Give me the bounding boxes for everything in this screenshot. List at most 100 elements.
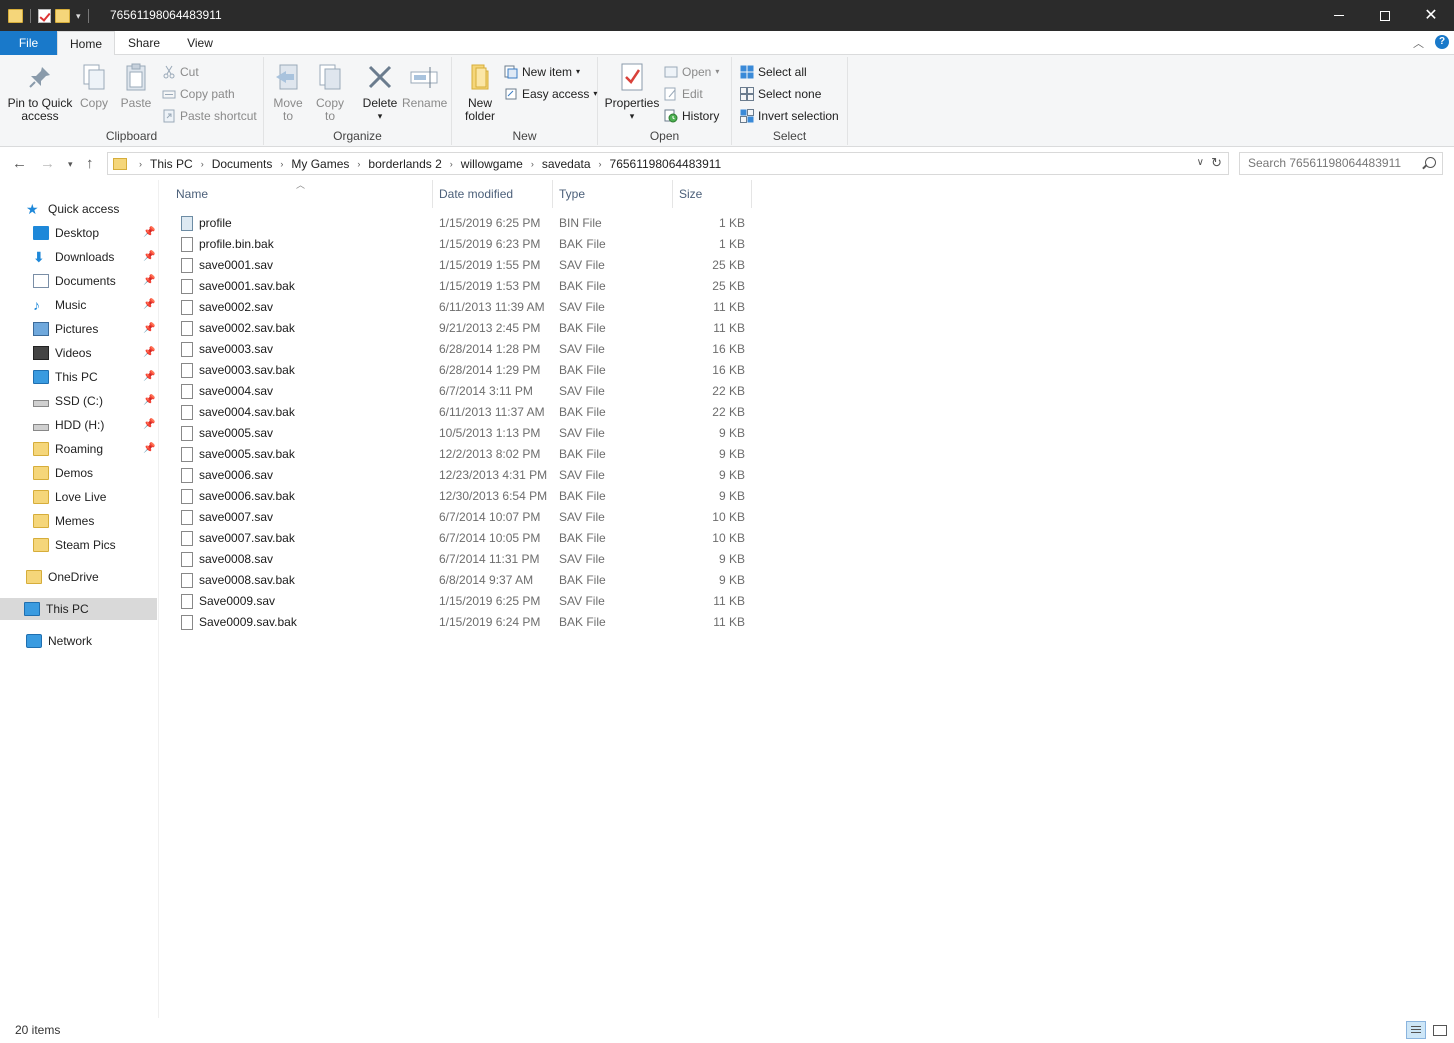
sidebar-item-hdd-h[interactable]: HDD (H:) 📌 xyxy=(33,414,159,436)
table-row[interactable]: save0001.sav 1/15/2019 1:55 PM SAV File 25 … xyxy=(170,255,750,276)
breadcrumb-chevron-icon[interactable]: › xyxy=(353,159,364,169)
sidebar-item-music[interactable]: ♪ Music 📌 xyxy=(33,294,159,316)
breadcrumb-chevron-icon[interactable]: › xyxy=(197,159,208,169)
new-folder-button[interactable]: New folder xyxy=(460,61,500,123)
table-row[interactable]: Save0009.sav.bak 1/15/2019 6:24 PM BAK Fil… xyxy=(170,612,750,633)
breadcrumb-my-games[interactable]: My Games xyxy=(287,157,353,171)
select-none-button[interactable]: Select none xyxy=(740,84,821,104)
new-folder-icon[interactable] xyxy=(55,9,70,23)
recent-locations-chevron-icon[interactable]: ▾ xyxy=(68,159,73,170)
paste-shortcut-button[interactable]: Paste shortcut xyxy=(162,106,257,126)
rename-button[interactable]: Rename xyxy=(402,61,447,110)
sidebar-item-love-live[interactable]: Love Live xyxy=(33,486,106,508)
column-header-name[interactable]: Name xyxy=(170,180,433,208)
pin-icon[interactable]: 📌 xyxy=(143,222,155,244)
breadcrumb-chevron-icon[interactable]: › xyxy=(135,159,146,169)
table-row[interactable]: save0002.sav 6/11/2013 11:39 AM SAV File 11… xyxy=(170,297,750,318)
table-row[interactable]: save0008.sav.bak 6/8/2014 9:37 AM BAK File… xyxy=(170,570,750,591)
breadcrumb-borderlands-2[interactable]: borderlands 2 xyxy=(364,157,445,171)
table-row[interactable]: save0004.sav.bak 6/11/2013 11:37 AM BAK Fi… xyxy=(170,402,750,423)
tab-home[interactable]: Home xyxy=(57,31,115,56)
copy-to-button[interactable]: Copy to xyxy=(312,61,348,123)
customize-toolbar-chevron-icon[interactable]: ▾ xyxy=(76,11,81,22)
properties-dropdown-chevron-icon[interactable]: ▾ xyxy=(604,110,660,123)
paste-button[interactable]: Paste xyxy=(117,61,155,110)
pin-icon[interactable]: 📌 xyxy=(143,294,155,316)
pin-icon[interactable]: 📌 xyxy=(143,318,155,340)
tab-file[interactable]: File xyxy=(0,31,57,55)
breadcrumb-willowgame[interactable]: willowgame xyxy=(457,157,527,171)
close-button[interactable]: ✕ xyxy=(1408,0,1454,31)
search-input[interactable]: Search 76561198064483911 xyxy=(1239,152,1443,175)
copy-path-button[interactable]: Copy path xyxy=(162,84,235,104)
refresh-icon[interactable]: ↻ xyxy=(1211,155,1222,171)
table-row[interactable]: save0008.sav 6/7/2014 11:31 PM SAV File 9 K… xyxy=(170,549,750,570)
table-row[interactable]: save0005.sav 10/5/2013 1:13 PM SAV File 9 K… xyxy=(170,423,750,444)
sidebar-item-videos[interactable]: Videos 📌 xyxy=(33,342,159,364)
breadcrumb-this-pc[interactable]: This PC xyxy=(146,157,197,171)
sidebar-item-steam-pics[interactable]: Steam Pics xyxy=(33,534,116,556)
table-row[interactable]: Save0009.sav 1/15/2019 6:25 PM SAV File 11 … xyxy=(170,591,750,612)
pin-icon[interactable]: 📌 xyxy=(143,342,155,364)
table-row[interactable]: save0007.sav 6/7/2014 10:07 PM SAV File 10 … xyxy=(170,507,750,528)
large-icons-view-icon[interactable] xyxy=(1430,1021,1448,1039)
sidebar-item-this-pc[interactable]: This PC xyxy=(0,598,157,620)
column-header-date[interactable]: Date modified xyxy=(433,180,553,208)
sidebar-item-demos[interactable]: Demos xyxy=(33,462,93,484)
pin-icon[interactable]: 📌 xyxy=(143,414,155,436)
search-icon[interactable] xyxy=(1425,157,1436,168)
help-icon[interactable]: ? xyxy=(1435,35,1449,49)
maximize-button[interactable] xyxy=(1362,0,1408,31)
sidebar-item-memes[interactable]: Memes xyxy=(33,510,94,532)
minimize-button[interactable] xyxy=(1316,0,1362,31)
table-row[interactable]: save0007.sav.bak 6/7/2014 10:05 PM BAK Fil… xyxy=(170,528,750,549)
pin-icon[interactable]: 📌 xyxy=(143,438,155,460)
select-all-button[interactable]: Select all xyxy=(740,62,807,82)
table-row[interactable]: save0003.sav.bak 6/28/2014 1:29 PM BAK Fil… xyxy=(170,360,750,381)
table-row[interactable]: save0003.sav 6/28/2014 1:28 PM SAV File 16 … xyxy=(170,339,750,360)
sidebar-item-pictures[interactable]: Pictures 📌 xyxy=(33,318,159,340)
breadcrumb-current-folder[interactable]: 76561198064483911 xyxy=(606,157,726,171)
open-button[interactable]: Open ▾ xyxy=(664,62,719,82)
minimize-ribbon-chevron-icon[interactable]: ︿ xyxy=(1413,35,1424,51)
breadcrumb-documents[interactable]: Documents xyxy=(208,157,277,171)
back-arrow-icon[interactable]: ← xyxy=(12,155,27,172)
table-row[interactable]: profile.bin.bak 1/15/2019 6:23 PM BAK File… xyxy=(170,234,750,255)
column-header-type[interactable]: Type xyxy=(553,180,673,208)
easy-access-button[interactable]: Easy access ▾ xyxy=(504,84,597,104)
breadcrumb-chevron-icon[interactable]: › xyxy=(446,159,457,169)
table-row[interactable]: save0006.sav 12/23/2013 4:31 PM SAV File 9 … xyxy=(170,465,750,486)
cut-button[interactable]: Cut xyxy=(162,62,199,82)
properties-icon[interactable] xyxy=(38,9,51,23)
up-arrow-icon[interactable]: ↑ xyxy=(86,155,94,172)
history-button[interactable]: History xyxy=(664,106,719,126)
table-row[interactable]: profile 1/15/2019 6:25 PM BIN File 1 KB xyxy=(170,213,750,234)
breadcrumb-chevron-icon[interactable]: › xyxy=(276,159,287,169)
pin-icon[interactable]: 📌 xyxy=(143,366,155,388)
breadcrumb-savedata[interactable]: savedata xyxy=(538,157,595,171)
invert-selection-button[interactable]: Invert selection xyxy=(740,106,839,126)
sidebar-item-ssd-c[interactable]: SSD (C:) 📌 xyxy=(33,390,159,412)
breadcrumb-chevron-icon[interactable]: › xyxy=(527,159,538,169)
sidebar-item-this-pc-pinned[interactable]: This PC 📌 xyxy=(33,366,159,388)
tab-share[interactable]: Share xyxy=(118,31,170,55)
table-row[interactable]: save0002.sav.bak 9/21/2013 2:45 PM BAK Fil… xyxy=(170,318,750,339)
sidebar-item-onedrive[interactable]: OneDrive xyxy=(26,566,99,588)
delete-dropdown-chevron-icon[interactable]: ▾ xyxy=(360,110,400,123)
sidebar-item-downloads[interactable]: ⬇ Downloads 📌 xyxy=(33,246,159,268)
address-history-chevron-icon[interactable]: ∨ xyxy=(1197,157,1204,168)
column-header-size[interactable]: Size xyxy=(673,180,752,208)
table-row[interactable]: save0001.sav.bak 1/15/2019 1:53 PM BAK Fil… xyxy=(170,276,750,297)
address-bar[interactable]: › This PC › Documents › My Games › borde… xyxy=(107,152,1229,175)
sidebar-item-network[interactable]: Network xyxy=(26,630,92,652)
table-row[interactable]: save0004.sav 6/7/2014 3:11 PM SAV File 22 K… xyxy=(170,381,750,402)
pin-icon[interactable]: 📌 xyxy=(143,246,155,268)
pin-to-quick-access-button[interactable]: Pin to Quick access xyxy=(6,61,74,123)
sidebar-item-roaming[interactable]: Roaming 📌 xyxy=(33,438,159,460)
details-view-icon[interactable] xyxy=(1406,1021,1426,1039)
properties-button[interactable]: Properties ▾ xyxy=(604,61,660,123)
move-to-button[interactable]: Move to xyxy=(270,61,306,123)
delete-button[interactable]: Delete ▾ xyxy=(360,61,400,123)
tab-view[interactable]: View xyxy=(176,31,224,55)
pin-icon[interactable]: 📌 xyxy=(143,390,155,412)
